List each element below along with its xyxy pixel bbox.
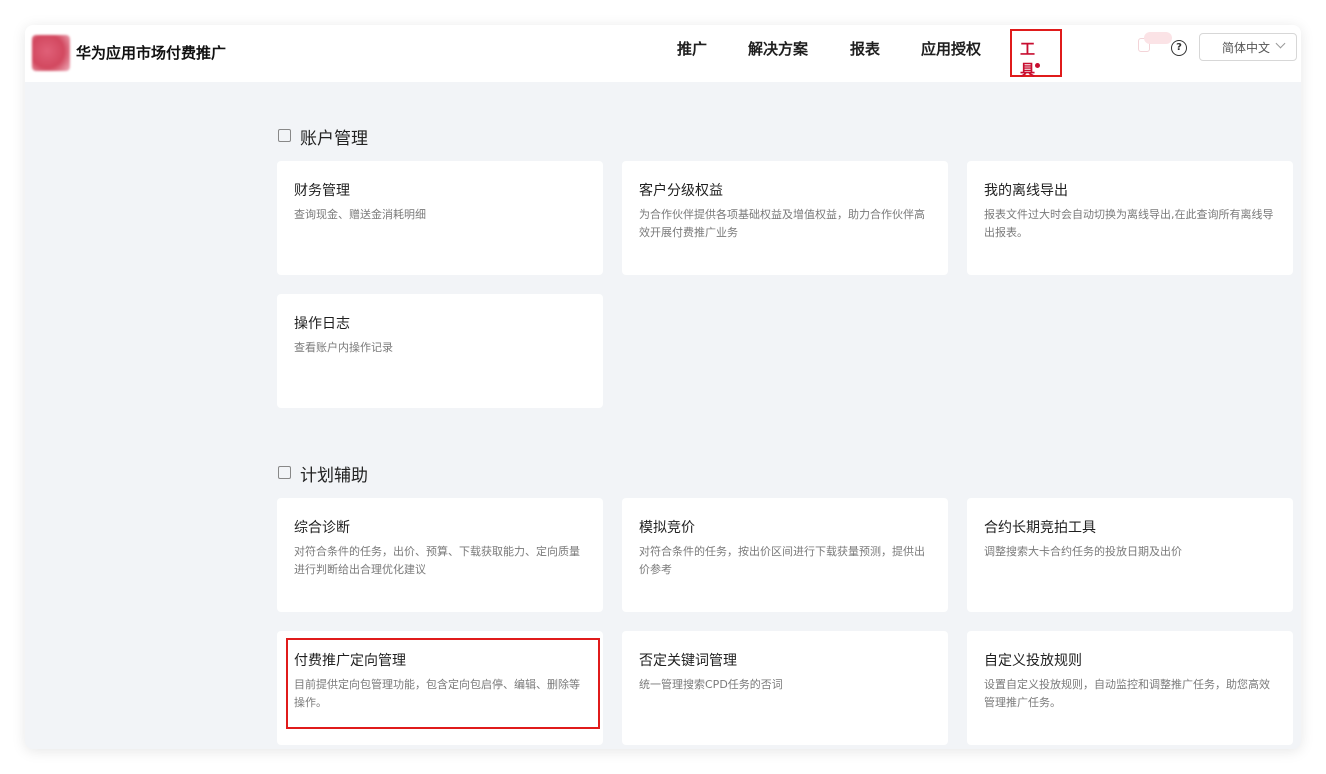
card-finance[interactable]: 财务管理 查询现金、赠送金消耗明细 bbox=[277, 161, 603, 275]
nav-item-app-authorization[interactable]: 应用授权 bbox=[921, 38, 981, 59]
card-title: 我的离线导出 bbox=[984, 183, 1068, 199]
card-title: 综合诊断 bbox=[294, 520, 350, 536]
card-desc: 为合作伙伴提供各项基础权益及增值权益，助力合作伙伴高效开展付费推广业务 bbox=[639, 208, 925, 239]
notification-badge bbox=[1144, 32, 1172, 44]
card-contract-auction[interactable]: 合约长期竞拍工具 调整搜索大卡合约任务的投放日期及出价 bbox=[967, 498, 1293, 612]
user-icon bbox=[278, 129, 291, 142]
card-desc: 统一管理搜索CPD任务的否词 bbox=[639, 678, 783, 691]
card-desc: 设置自定义投放规则，自动监控和调整推广任务，助您高效管理推广任务。 bbox=[984, 678, 1270, 709]
nav-item-solutions[interactable]: 解决方案 bbox=[748, 38, 808, 59]
nav-item-tools[interactable]: 工具 bbox=[1020, 38, 1035, 80]
brand-title: 华为应用市场付费推广 bbox=[76, 44, 227, 62]
chevron-down-icon bbox=[1275, 38, 1286, 49]
nav-active-indicator bbox=[1035, 63, 1040, 68]
card-desc: 查看账户内操作记录 bbox=[294, 341, 393, 354]
language-label: 简体中文 bbox=[1222, 41, 1271, 55]
nav-item-promotion[interactable]: 推广 bbox=[677, 38, 707, 59]
question-circle-icon[interactable]: ? bbox=[1171, 40, 1187, 56]
card-targeting-management[interactable]: 付费推广定向管理 目前提供定向包管理功能，包含定向包启停、编辑、删除等操作。 bbox=[277, 631, 603, 745]
app-logo-icon[interactable] bbox=[32, 35, 70, 71]
card-title: 客户分级权益 bbox=[639, 183, 723, 199]
card-title: 财务管理 bbox=[294, 183, 350, 199]
card-desc: 查询现金、赠送金消耗明细 bbox=[294, 208, 426, 221]
top-bar: 华为应用市场付费推广 推广 解决方案 报表 应用授权 工具 ? 简体中文 bbox=[25, 25, 1301, 82]
card-offline-export[interactable]: 我的离线导出 报表文件过大时会自动切换为离线导出,在此查询所有离线导出报表。 bbox=[967, 161, 1293, 275]
card-title: 付费推广定向管理 bbox=[294, 653, 406, 669]
card-desc: 目前提供定向包管理功能，包含定向包启停、编辑、删除等操作。 bbox=[294, 678, 580, 709]
card-title: 自定义投放规则 bbox=[984, 653, 1082, 669]
card-diagnosis[interactable]: 综合诊断 对符合条件的任务，出价、预算、下载获取能力、定向质量进行判断给出合理优… bbox=[277, 498, 603, 612]
card-negative-keywords[interactable]: 否定关键词管理 统一管理搜索CPD任务的否词 bbox=[622, 631, 948, 745]
card-bid-simulation[interactable]: 模拟竞价 对符合条件的任务，按出价区间进行下载获量预测，提供出价参考 bbox=[622, 498, 948, 612]
nav-item-reports[interactable]: 报表 bbox=[850, 38, 880, 59]
card-custom-rules[interactable]: 自定义投放规则 设置自定义投放规则，自动监控和调整推广任务，助您高效管理推广任务… bbox=[967, 631, 1293, 745]
card-desc: 对符合条件的任务，按出价区间进行下载获量预测，提供出价参考 bbox=[639, 545, 925, 576]
card-title: 否定关键词管理 bbox=[639, 653, 737, 669]
card-title: 模拟竞价 bbox=[639, 520, 695, 536]
app-window: 华为应用市场付费推广 推广 解决方案 报表 应用授权 工具 ? 简体中文 账户管… bbox=[25, 25, 1301, 749]
card-desc: 调整搜索大卡合约任务的投放日期及出价 bbox=[984, 545, 1182, 558]
card-title: 操作日志 bbox=[294, 316, 350, 332]
card-desc: 对符合条件的任务，出价、预算、下载获取能力、定向质量进行判断给出合理优化建议 bbox=[294, 545, 580, 576]
section-title-account: 账户管理 bbox=[300, 129, 368, 149]
card-operation-log[interactable]: 操作日志 查看账户内操作记录 bbox=[277, 294, 603, 408]
card-title: 合约长期竞拍工具 bbox=[984, 520, 1096, 536]
card-customer-tier[interactable]: 客户分级权益 为合作伙伴提供各项基础权益及增值权益，助力合作伙伴高效开展付费推广… bbox=[622, 161, 948, 275]
nav-active-highlight bbox=[1010, 29, 1062, 77]
section-title-plan-assist: 计划辅助 bbox=[300, 466, 368, 486]
plan-assist-icon bbox=[278, 466, 291, 479]
card-desc: 报表文件过大时会自动切换为离线导出,在此查询所有离线导出报表。 bbox=[984, 208, 1274, 239]
language-select[interactable]: 简体中文 bbox=[1199, 33, 1297, 61]
